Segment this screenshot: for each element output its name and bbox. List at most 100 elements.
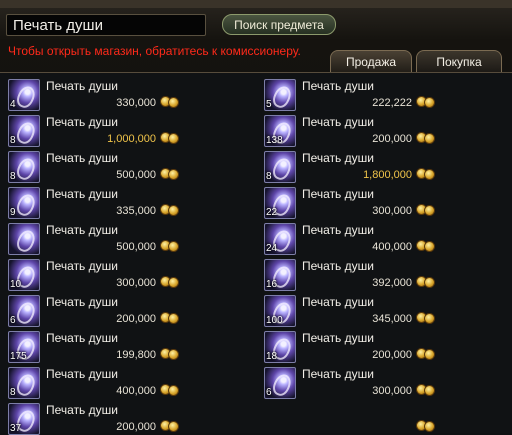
coin-icon	[416, 383, 437, 396]
list-item[interactable]: 37 Печать души 200,000	[0, 399, 248, 435]
coin-icon	[416, 275, 437, 288]
coin-icon	[160, 239, 181, 252]
coin-icon	[416, 131, 437, 144]
coin-icon	[160, 275, 181, 288]
item-count: 9	[10, 207, 16, 218]
item-name: Печать души	[46, 331, 118, 345]
item-price: 345,000	[372, 313, 412, 325]
coin-icon	[160, 419, 181, 432]
item-price: 222,222	[372, 97, 412, 109]
item-count: 24	[266, 243, 278, 254]
item-count: 10	[10, 279, 22, 290]
list-item[interactable]: 24 Печать души 400,000	[256, 219, 504, 255]
window-header	[0, 0, 512, 8]
soul-seal-icon[interactable]	[8, 223, 40, 255]
list-item[interactable]: 8 Печать души 500,000	[0, 147, 248, 183]
item-list[interactable]: 4 Печать души 330,000 5 Печать души 222,222 8 П…	[0, 72, 512, 435]
coin-icon	[416, 419, 437, 432]
list-item[interactable]: 22 Печать души 300,000	[256, 183, 504, 219]
coin-icon	[160, 311, 181, 324]
list-item[interactable]: 175 Печать души 199,800	[0, 327, 248, 363]
coin-icon	[416, 311, 437, 324]
item-count: 8	[10, 387, 16, 398]
item-count: 4	[10, 99, 16, 110]
list-item[interactable]: 6 Печать души 200,000	[0, 291, 248, 327]
item-count: 8	[266, 171, 272, 182]
list-item[interactable]: Печать души 500,000	[0, 219, 248, 255]
coin-icon	[160, 167, 181, 180]
item-count: 18	[266, 351, 278, 362]
item-price: 335,000	[116, 205, 156, 217]
item-price: 392,000	[372, 277, 412, 289]
item-count: 8	[10, 135, 16, 146]
item-price: 1,800,000	[363, 169, 412, 181]
item-count: 16	[266, 279, 278, 290]
item-name: Печать души	[302, 259, 374, 273]
item-name: Печать души	[46, 295, 118, 309]
list-item[interactable]	[256, 399, 504, 433]
item-price: 200,000	[116, 421, 156, 433]
list-item[interactable]: 5 Печать души 222,222	[256, 75, 504, 111]
list-item[interactable]: 4 Печать души 330,000	[0, 75, 248, 111]
item-price: 199,800	[116, 349, 156, 361]
list-item[interactable]: 10 Печать души 300,000	[0, 255, 248, 291]
item-price: 300,000	[116, 277, 156, 289]
item-price: 200,000	[372, 133, 412, 145]
coin-icon	[416, 347, 437, 360]
list-item[interactable]: 16 Печать души 392,000	[256, 255, 504, 291]
list-item[interactable]: 138 Печать души 200,000	[256, 111, 504, 147]
item-price: 300,000	[372, 205, 412, 217]
item-price: 200,000	[372, 349, 412, 361]
item-price: 1,000,000	[107, 133, 156, 145]
item-name: Печать души	[46, 187, 118, 201]
list-item[interactable]: 9 Печать души 335,000	[0, 183, 248, 219]
item-name: Печать души	[302, 151, 374, 165]
item-name: Печать души	[302, 115, 374, 129]
coin-icon	[160, 383, 181, 396]
item-name: Печать души	[302, 223, 374, 237]
list-item[interactable]: 8 Печать души 1,000,000	[0, 111, 248, 147]
coin-icon	[160, 131, 181, 144]
item-price: 400,000	[372, 241, 412, 253]
search-item-button[interactable]: Поиск предмета	[222, 14, 336, 35]
item-name: Печать души	[302, 79, 374, 93]
item-count: 175	[10, 351, 27, 362]
list-item[interactable]: 18 Печать души 200,000	[256, 327, 504, 363]
coin-icon	[416, 239, 437, 252]
tab-sell[interactable]: Продажа	[330, 50, 412, 72]
item-name: Печать души	[46, 151, 118, 165]
item-name: Печать души	[46, 115, 118, 129]
list-item[interactable]: 6 Печать души 300,000	[256, 363, 504, 399]
item-name: Печать души	[46, 79, 118, 93]
item-count: 100	[266, 315, 283, 326]
item-price: 200,000	[116, 313, 156, 325]
item-name: Печать души	[302, 367, 374, 381]
list-item[interactable]: 8 Печать души 400,000	[0, 363, 248, 399]
item-price: 500,000	[116, 169, 156, 181]
item-name: Печать души	[302, 187, 374, 201]
item-count: 22	[266, 207, 278, 218]
item-name: Печать души	[46, 259, 118, 273]
item-name: Печать души	[46, 367, 118, 381]
item-name: Печать души	[302, 331, 374, 345]
item-price: 300,000	[372, 385, 412, 397]
item-count: 8	[10, 171, 16, 182]
coin-icon	[416, 95, 437, 108]
item-count: 6	[10, 315, 16, 326]
item-count: 6	[266, 387, 272, 398]
coin-icon	[160, 203, 181, 216]
item-count: 138	[266, 135, 283, 146]
item-name: Печать души	[46, 403, 118, 417]
search-input[interactable]: Печать души	[6, 14, 206, 36]
item-count: 5	[266, 99, 272, 110]
coin-icon	[416, 167, 437, 180]
item-price: 500,000	[116, 241, 156, 253]
list-item[interactable]: 100 Печать души 345,000	[256, 291, 504, 327]
shop-notice: Чтобы открыть магазин, обратитесь к коми…	[8, 44, 301, 58]
list-item[interactable]: 8 Печать души 1,800,000	[256, 147, 504, 183]
coin-icon	[416, 203, 437, 216]
item-count: 37	[10, 423, 22, 434]
item-price: 330,000	[116, 97, 156, 109]
coin-icon	[160, 95, 181, 108]
tab-buy[interactable]: Покупка	[416, 50, 502, 72]
